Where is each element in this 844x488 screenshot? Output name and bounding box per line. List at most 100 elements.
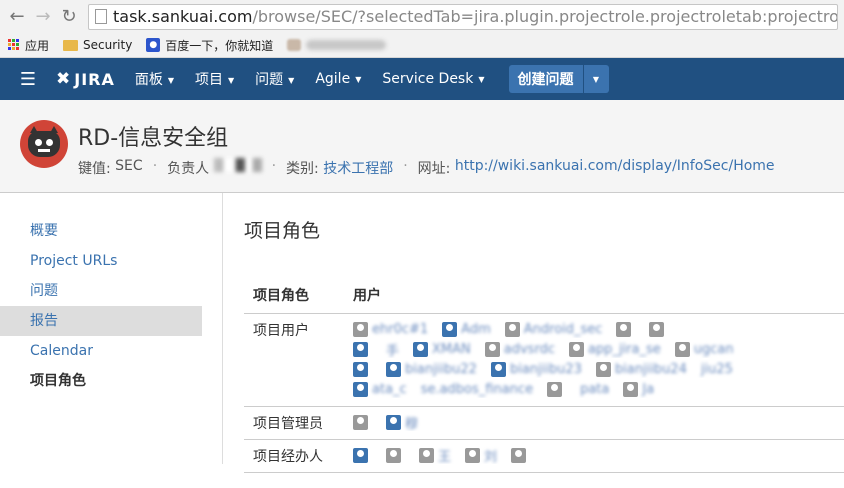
user-line: 穆 <box>353 413 835 431</box>
user-chip[interactable] <box>511 446 530 464</box>
create-issue-dropdown-icon[interactable]: ▼ <box>582 65 609 93</box>
user-chip[interactable]: 刘 <box>465 446 497 464</box>
user-avatar-icon <box>353 361 368 377</box>
url-label: 网址: <box>417 161 451 177</box>
main-menu: 面板 ▼ 项目 ▼ 问题 ▼ Agile ▼ Service Desk ▼ <box>135 69 506 89</box>
user-chip[interactable]: 王 <box>419 446 451 464</box>
project-category-link[interactable]: 技术工程部 <box>323 158 393 178</box>
bookmark-label: Security <box>83 38 133 52</box>
project-url-link[interactable]: http://wiki.sankuai.com/display/InfoSec/… <box>455 158 775 178</box>
menu-projects[interactable]: 项目 ▼ <box>195 69 234 89</box>
user-name: advsrdc <box>503 341 555 357</box>
menu-agile[interactable]: Agile ▼ <box>315 71 361 87</box>
bookmark-redacted[interactable] <box>287 39 387 51</box>
chevron-down-icon: ▼ <box>228 75 235 85</box>
role-name: 项目管理员 <box>244 406 344 440</box>
user-avatar-icon <box>353 381 368 397</box>
role-name: 项目经办人 <box>244 439 344 473</box>
user-chip[interactable]: Ja <box>623 380 654 398</box>
address-bar[interactable]: task.sankuai.com/browse/SEC/?selectedTab… <box>88 3 838 30</box>
sidebar-item-calendar[interactable]: Calendar <box>0 336 202 366</box>
user-avatar-icon <box>649 321 665 337</box>
user-chip[interactable] <box>616 320 635 338</box>
menu-service-desk[interactable]: Service Desk ▼ <box>382 71 484 87</box>
user-chip[interactable] <box>353 360 372 378</box>
roles-table: 项目角色 用户 项目用户 ehr0c#1 Adm Android_sec 手 X… <box>244 277 844 473</box>
user-chip[interactable]: pata <box>580 380 609 398</box>
meta-separator: · <box>152 158 158 174</box>
user-avatar-icon <box>484 341 500 357</box>
forward-arrow-icon[interactable]: → <box>32 6 54 28</box>
user-chip[interactable]: ata_c <box>353 380 407 398</box>
hamburger-menu-icon[interactable]: ☰ <box>0 58 56 100</box>
user-avatar-icon <box>511 447 527 463</box>
url-host: task.sankuai.com <box>113 7 253 26</box>
back-arrow-icon[interactable]: ← <box>6 6 28 28</box>
chevron-down-icon: ▼ <box>167 75 175 85</box>
user-chip[interactable]: bianjiibu24 <box>595 360 687 378</box>
create-issue-group: 创建问题 ▼ <box>508 65 609 93</box>
menu-label: 问题 <box>255 72 284 88</box>
table-row: 项目经办人 王 刘 <box>244 439 844 473</box>
user-name: app_jira_se <box>587 341 661 357</box>
user-chip[interactable] <box>649 320 668 338</box>
sidebar-item-reports[interactable]: 报告 <box>0 306 202 336</box>
user-avatar-icon <box>353 341 368 357</box>
project-lead-redacted[interactable] <box>213 158 262 172</box>
bookmark-label: 应用 <box>25 38 50 53</box>
table-row: 项目管理员 穆 <box>244 406 844 440</box>
menu-label: 面板 <box>134 72 163 88</box>
user-avatar-icon <box>442 321 458 337</box>
reload-icon[interactable]: ↻ <box>58 6 80 28</box>
user-chip[interactable]: 穆 <box>386 413 418 431</box>
user-line: bianjiibu22 bianjiibu23 bianjiibu24 jiu2… <box>353 360 835 378</box>
user-chip[interactable]: ugcan <box>674 340 734 358</box>
user-name: 穆 <box>405 416 419 432</box>
user-name: ugcan <box>693 341 734 357</box>
user-chip[interactable] <box>353 446 372 464</box>
user-chip[interactable]: advsrdc <box>484 340 555 358</box>
jira-logo[interactable]: ✖ JIRA <box>56 69 115 89</box>
lead-label: 负责人 <box>167 161 210 177</box>
user-name: ata_c <box>372 381 407 397</box>
user-chip[interactable] <box>547 380 566 398</box>
create-issue-button[interactable]: 创建问题 <box>508 65 583 93</box>
page-title: 项目角色 <box>244 220 321 242</box>
folder-icon <box>63 39 79 51</box>
user-avatar-icon <box>595 361 611 377</box>
bookmark-apps[interactable]: 应用 <box>8 37 49 54</box>
user-chip[interactable]: app_jira_se <box>568 340 661 358</box>
menu-label: Agile <box>315 71 351 87</box>
role-name: 项目用户 <box>244 313 344 407</box>
user-chip[interactable] <box>386 446 405 464</box>
user-avatar-icon <box>353 447 368 463</box>
user-chip[interactable]: bianjiibu23 <box>490 360 582 378</box>
user-chip[interactable]: Android_sec <box>504 320 602 338</box>
project-avatar[interactable] <box>20 120 68 168</box>
key-label: 键值: <box>78 161 111 177</box>
chevron-down-icon: ▼ <box>478 74 485 84</box>
meta-separator: · <box>403 158 408 174</box>
user-chip[interactable]: jiu25 <box>701 360 733 378</box>
baidu-paw-icon: ● <box>146 38 161 52</box>
column-header-users: 用户 <box>344 277 844 314</box>
sidebar-item-project-roles[interactable]: 项目角色 <box>0 366 202 396</box>
bookmark-baidu[interactable]: ● 百度一下，你就知道 <box>146 37 273 54</box>
user-chip[interactable]: ehr0c#1 <box>353 320 428 338</box>
project-meta: 键值: SEC · 负责人 · 类别: 技术工程部 · 网址: http://w… <box>78 158 775 178</box>
menu-issues[interactable]: 问题 ▼ <box>255 69 294 89</box>
sidebar-item-issues[interactable]: 问题 <box>0 276 202 306</box>
user-chip[interactable]: bianjiibu22 <box>386 360 477 378</box>
bookmark-security[interactable]: Security <box>63 38 132 52</box>
sidebar-item-project-urls[interactable]: Project URLs <box>0 246 202 276</box>
user-chip[interactable] <box>353 413 372 431</box>
user-chip[interactable]: Adm <box>442 320 491 338</box>
user-chip[interactable] <box>353 340 372 358</box>
menu-dashboards[interactable]: 面板 ▼ <box>135 69 174 89</box>
user-name: Ja <box>642 381 655 397</box>
user-chip[interactable]: 手 <box>386 340 399 359</box>
sidebar-item-summary[interactable]: 概要 <box>0 216 202 246</box>
user-avatar-icon <box>504 321 520 337</box>
user-chip[interactable]: se.adbos_finance <box>421 380 533 398</box>
user-chip[interactable]: XMAN <box>413 340 471 358</box>
